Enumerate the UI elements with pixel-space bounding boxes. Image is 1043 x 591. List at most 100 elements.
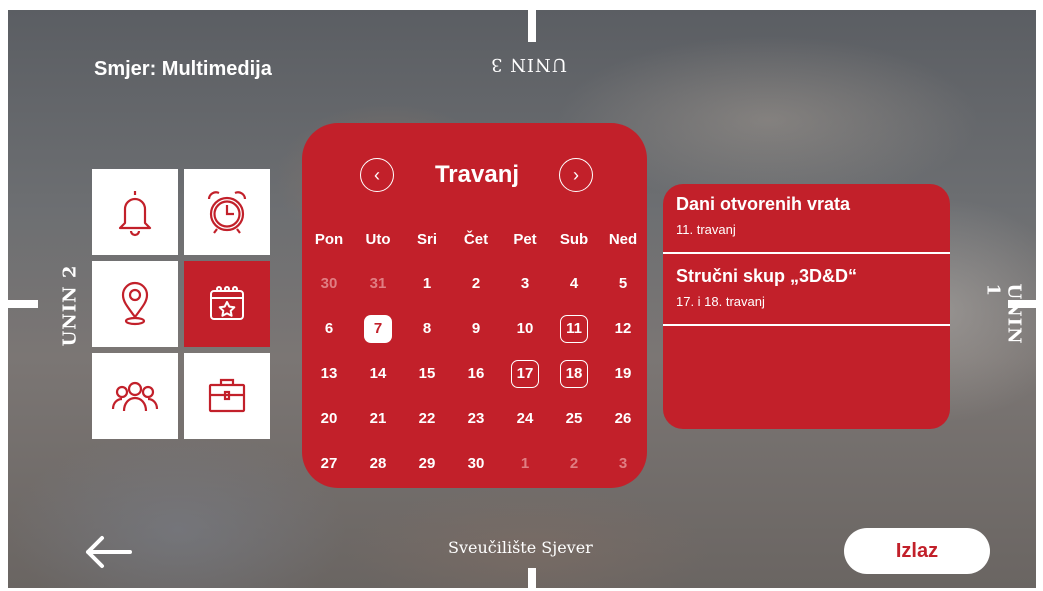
notifications-tile[interactable] <box>92 169 178 255</box>
arrow-left-icon <box>86 536 132 568</box>
calendar-day[interactable]: 4 <box>550 269 598 299</box>
day-number: 24 <box>516 410 534 427</box>
top-edge-marker <box>528 10 536 42</box>
calendar-day[interactable]: 6 <box>305 314 353 344</box>
calendar-day-event[interactable]: 11 <box>550 314 598 344</box>
people-tile[interactable] <box>92 353 178 439</box>
day-number: 2 <box>471 275 481 292</box>
day-number: 30 <box>320 275 338 292</box>
calendar-day[interactable]: 30 <box>452 449 500 479</box>
calendar-day[interactable]: 9 <box>452 314 500 344</box>
unin-1-label: UNIN 1 <box>982 283 1025 345</box>
day-number: 17 <box>511 360 539 388</box>
calendar-day[interactable]: 31 <box>354 269 402 299</box>
calendar-day[interactable]: 25 <box>550 404 598 434</box>
left-edge-marker <box>8 300 38 308</box>
alarm-tile[interactable] <box>184 169 270 255</box>
day-number: 4 <box>569 275 579 292</box>
briefcase-icon <box>208 378 246 413</box>
calendar-day[interactable]: 1 <box>403 269 451 299</box>
calendar-tile[interactable] <box>184 261 270 347</box>
event-title: Stručni skup „3D&D“ <box>676 266 858 286</box>
day-number: 18 <box>560 360 588 388</box>
day-number: 12 <box>614 320 632 337</box>
calendar-day[interactable]: 15 <box>403 359 451 389</box>
calendar-day[interactable]: 3 <box>599 449 647 479</box>
calendar-panel: ‹ Travanj › Pon Uto Sri Čet Pet Sub Ned 30 31 1 2… <box>302 123 647 488</box>
unin-3-label: UNIN 3 <box>490 54 567 75</box>
day-number: 5 <box>618 275 628 292</box>
footer-university: Sveučilište Sjever <box>448 538 593 557</box>
calendar-day[interactable]: 14 <box>354 359 402 389</box>
day-number: 2 <box>569 455 579 472</box>
department-title: Smjer: Multimedija <box>94 58 272 80</box>
weekday-label: Ned <box>608 231 638 248</box>
day-number: 23 <box>467 410 485 427</box>
weekday-label: Sub <box>559 231 589 248</box>
day-number: 9 <box>471 320 481 337</box>
day-number: 31 <box>369 275 387 292</box>
day-number: 15 <box>418 365 436 382</box>
day-number: 28 <box>369 455 387 472</box>
calendar-day[interactable]: 21 <box>354 404 402 434</box>
day-number: 20 <box>320 410 338 427</box>
calendar-day[interactable]: 23 <box>452 404 500 434</box>
calendar-day[interactable]: 2 <box>550 449 598 479</box>
exit-button[interactable]: Izlaz <box>844 528 990 574</box>
day-number: 21 <box>369 410 387 427</box>
day-number: 8 <box>422 320 432 337</box>
calendar-day[interactable]: 20 <box>305 404 353 434</box>
weekday-label: Pon <box>314 231 344 248</box>
weekday-label: Čet <box>463 231 489 248</box>
calendar-day[interactable]: 12 <box>599 314 647 344</box>
back-button[interactable] <box>80 532 136 572</box>
calendar-day-event[interactable]: 18 <box>550 359 598 389</box>
weekday-label: Uto <box>365 231 391 248</box>
day-number: 26 <box>614 410 632 427</box>
calendar-day[interactable]: 19 <box>599 359 647 389</box>
calendar-day[interactable]: 1 <box>501 449 549 479</box>
day-number: 29 <box>418 455 436 472</box>
calendar-day[interactable]: 24 <box>501 404 549 434</box>
calendar-day-today[interactable]: 7 <box>354 314 402 344</box>
day-number: 27 <box>320 455 338 472</box>
calendar-day[interactable]: 3 <box>501 269 549 299</box>
calendar-day[interactable]: 26 <box>599 404 647 434</box>
chevron-left-icon: ‹ <box>374 164 380 185</box>
event-item[interactable]: Stručni skup „3D&D“ 17. i 18. travanj <box>663 256 950 326</box>
day-number: 1 <box>422 275 432 292</box>
day-number: 10 <box>516 320 534 337</box>
calendar-day[interactable]: 22 <box>403 404 451 434</box>
day-number: 3 <box>618 455 628 472</box>
unin-2-label: UNIN 2 <box>59 264 81 347</box>
day-number: 16 <box>467 365 485 382</box>
event-date: 11. travanj <box>676 222 736 237</box>
location-tile[interactable] <box>92 261 178 347</box>
calendar-day[interactable]: 27 <box>305 449 353 479</box>
calendar-day[interactable]: 13 <box>305 359 353 389</box>
calendar-day[interactable]: 28 <box>354 449 402 479</box>
day-number: 19 <box>614 365 632 382</box>
calendar-day[interactable]: 5 <box>599 269 647 299</box>
briefcase-tile[interactable] <box>184 353 270 439</box>
day-number: 3 <box>520 275 530 292</box>
day-number: 13 <box>320 365 338 382</box>
calendar-day[interactable]: 2 <box>452 269 500 299</box>
calendar-day-event[interactable]: 17 <box>501 359 549 389</box>
kiosk-screen: Smjer: Multimedija UNIN 3 UNIN 2 UNIN 1 <box>8 10 1036 588</box>
calendar-day[interactable]: 16 <box>452 359 500 389</box>
alarm-clock-icon <box>207 191 247 234</box>
day-number: 22 <box>418 410 436 427</box>
calendar-day[interactable]: 29 <box>403 449 451 479</box>
chevron-right-icon: › <box>573 164 579 185</box>
calendar-day[interactable]: 8 <box>403 314 451 344</box>
day-number: 7 <box>364 315 392 343</box>
event-item[interactable]: Dani otvorenih vrata 11. travanj <box>663 184 950 254</box>
calendar-day[interactable]: 10 <box>501 314 549 344</box>
day-number: 6 <box>324 320 334 337</box>
calendar-day[interactable]: 30 <box>305 269 353 299</box>
next-month-button[interactable]: › <box>559 158 593 192</box>
calendar-month: Travanj <box>434 161 520 188</box>
day-number: 1 <box>520 455 530 472</box>
prev-month-button[interactable]: ‹ <box>360 158 394 192</box>
